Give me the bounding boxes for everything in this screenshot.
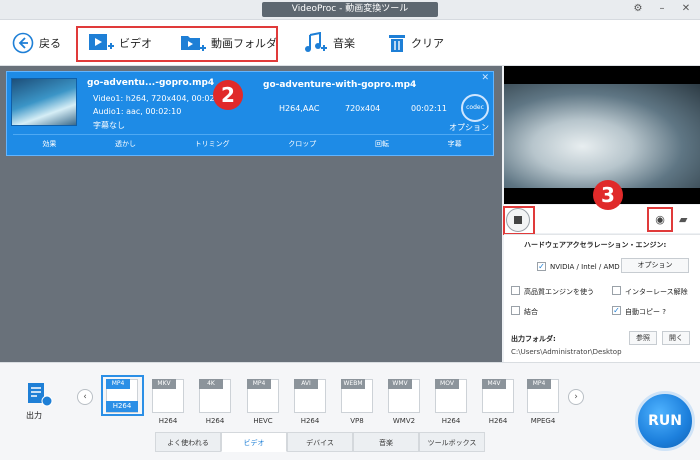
auto-copy-label: 自動コピー ? [625, 308, 666, 316]
merge-label: 結合 [524, 308, 538, 316]
edit-actions-row: 効果 透かし トリミング クロップ 回転 字幕 [13, 134, 491, 152]
output-folder-label: 出力フォルダ: [511, 335, 556, 343]
format-type: MOV [435, 379, 459, 389]
close-task-icon[interactable]: ✕ [481, 73, 489, 83]
format-codec: H264 [106, 401, 138, 412]
format-type: M4V [482, 379, 506, 389]
gear-icon[interactable]: ⚙ [632, 3, 644, 15]
format-type: MP4 [247, 379, 271, 389]
hw-accel-title: ハードウェアアクセラレーション・エンジン: [524, 241, 667, 249]
format-type: WMV [388, 379, 412, 389]
effects-button[interactable]: 効果 [42, 139, 56, 149]
format-mov-h264[interactable]: MOV H264 [431, 377, 471, 425]
output-label: 出力 [26, 411, 42, 420]
trash-icon [389, 35, 405, 52]
back-button[interactable]: 戻る [12, 30, 61, 56]
source-filename: go-adventu...-gopro.mp4 [87, 78, 215, 88]
format-codec: H264 [300, 417, 320, 425]
subtitle-select[interactable]: 字幕なし [93, 120, 125, 131]
format-codec: H264 [488, 417, 508, 425]
open-folder-icon[interactable]: ▰ [679, 214, 695, 226]
video-stream-info: Video1: h264, 720x404, 00:02:11 [93, 94, 228, 103]
format-webm-vp8[interactable]: WEBM VP8 [337, 377, 377, 425]
format-type: AVI [294, 379, 318, 389]
format-type: MP4 [527, 379, 551, 389]
hw-option-button[interactable]: オプション [621, 258, 689, 273]
deinterlace-checkbox[interactable] [612, 286, 621, 295]
crop-button[interactable]: クロップ [288, 139, 316, 149]
back-arrow-icon [12, 32, 34, 54]
format-codec: HEVC [253, 417, 273, 425]
step-2-marker: 2 [213, 80, 243, 110]
format-codec: H264 [441, 417, 461, 425]
gpu-checkbox[interactable]: ✓ [537, 262, 546, 271]
merge-checkbox[interactable] [511, 306, 520, 315]
stop-highlight-box [503, 206, 535, 235]
output-codec: H264,AAC [279, 104, 320, 113]
watermark-button[interactable]: 透かし [115, 139, 136, 149]
auto-copy-checkbox[interactable]: ✓ [612, 306, 621, 315]
trim-button[interactable]: トリミング [195, 139, 230, 149]
output-duration: 00:02:11 [411, 104, 447, 113]
gpu-label: NVIDIA / Intel / AMD [550, 263, 620, 271]
codec-option-icon[interactable]: codec [461, 94, 489, 122]
music-add-icon [305, 32, 327, 52]
format-4k-h264[interactable]: 4K H264 [195, 377, 235, 425]
deinterlace-label: インターレース解除 [625, 288, 688, 296]
open-button[interactable]: 開く [662, 331, 690, 345]
format-type: MP4 [106, 379, 130, 389]
format-type: WEBM [341, 379, 365, 389]
step-3-marker: 3 [593, 180, 623, 210]
format-tabs: よく使われる ビデオ デバイス 音楽 ツールボックス [155, 432, 485, 452]
format-m4v-h264[interactable]: M4V H264 [478, 377, 518, 425]
format-codec: MPEG4 [530, 417, 556, 425]
tab-toolbox[interactable]: ツールボックス [419, 432, 485, 452]
clear-button[interactable]: クリア [388, 30, 444, 56]
format-type: MKV [152, 379, 176, 389]
tab-device[interactable]: デバイス [287, 432, 353, 452]
hq-engine-checkbox[interactable] [511, 286, 520, 295]
tab-music[interactable]: 音楽 [353, 432, 419, 452]
format-mp4-mpeg4[interactable]: MP4 MPEG4 [523, 377, 563, 425]
rotate-button[interactable]: 回転 [375, 139, 389, 149]
option-label[interactable]: オプション [449, 122, 489, 133]
format-codec: H264 [205, 417, 225, 425]
format-prev-button[interactable]: ‹ [77, 389, 93, 405]
run-button[interactable]: RUN [635, 391, 695, 451]
window-title: VideoProc - 動画変換ツール [262, 2, 438, 17]
browse-button[interactable]: 参照 [629, 331, 657, 345]
format-codec: VP8 [350, 417, 364, 425]
clear-label: クリア [411, 37, 444, 50]
back-label: 戻る [39, 37, 61, 50]
video-thumbnail [11, 78, 77, 126]
format-mp4-h264[interactable]: MP4 H264 [102, 377, 142, 417]
audio-stream-info[interactable]: Audio1: aac, 00:02:10 [93, 107, 181, 116]
format-mkv-h264[interactable]: MKV H264 [148, 377, 188, 425]
format-codec: WMV2 [392, 417, 416, 425]
close-button[interactable]: ✕ [680, 3, 692, 15]
task-card[interactable]: go-adventu...-gopro.mp4 Video1: h264, 72… [6, 71, 494, 156]
minimize-button[interactable]: – [656, 3, 668, 15]
preview-frame [504, 84, 700, 188]
tab-video[interactable]: ビデオ [221, 432, 287, 452]
output-filename[interactable]: go-adventure-with-gopro.mp4 [263, 80, 416, 90]
music-label: 音楽 [333, 37, 355, 50]
title-bar: VideoProc - 動画変換ツール ⚙ – ✕ [0, 0, 700, 20]
subtitle-button[interactable]: 字幕 [448, 139, 462, 149]
output-resolution: 720x404 [345, 104, 381, 113]
format-next-button[interactable]: › [568, 389, 584, 405]
add-music-button[interactable]: 音楽 [304, 30, 355, 56]
output-path: C:\Users\Administrator\Desktop [511, 348, 622, 356]
output-profile-icon[interactable] [26, 382, 54, 408]
format-mp4-hevc[interactable]: MP4 HEVC [243, 377, 283, 425]
toolbar-highlight-box [76, 26, 278, 62]
hq-engine-label: 高品質エンジンを使う [524, 288, 594, 296]
format-codec: H264 [158, 417, 178, 425]
camera-highlight-box [647, 207, 673, 232]
tab-popular[interactable]: よく使われる [155, 432, 221, 452]
format-type: 4K [199, 379, 223, 389]
format-avi-h264[interactable]: AVI H264 [290, 377, 330, 425]
format-wmv-wmv2[interactable]: WMV WMV2 [384, 377, 424, 425]
